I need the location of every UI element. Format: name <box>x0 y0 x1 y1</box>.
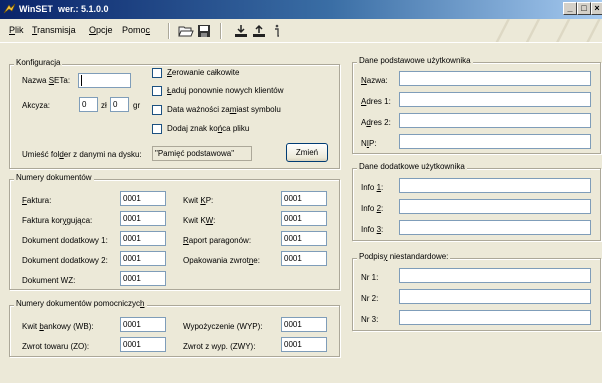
document-numbers-legend: Numery dokumentów <box>14 173 94 182</box>
signature-3-label: Nr 3: <box>361 315 379 324</box>
excise-label: Akcyza: <box>22 101 51 110</box>
bank-receipt-label: Kwit bankowy (WB): <box>22 322 94 331</box>
reload-clients-checkbox[interactable] <box>152 86 162 96</box>
goods-return-number-input[interactable]: 0001 <box>120 337 166 352</box>
address-1-label: Adres 1: <box>361 97 391 106</box>
menu-transmisja[interactable]: Transmisja <box>32 25 76 35</box>
change-folder-button[interactable]: Zmień <box>286 143 328 162</box>
end-of-file-checkbox[interactable] <box>152 124 162 134</box>
watermark-logo: / / / / <box>495 19 602 43</box>
signature-1-input[interactable] <box>399 268 591 283</box>
returnable-packaging-number-input[interactable]: 0001 <box>281 251 327 266</box>
set-name-input[interactable] <box>78 73 131 88</box>
zl-unit-label: zł <box>101 101 107 110</box>
nip-label: NIP: <box>361 139 377 148</box>
menu-plik[interactable]: Plik <box>9 25 24 35</box>
rental-number-input[interactable]: 0001 <box>281 317 327 332</box>
maximize-button[interactable]: □ <box>577 2 591 15</box>
additional-doc-2-number-input[interactable]: 0001 <box>120 251 166 266</box>
auxiliary-documents-legend: Numery dokumentów pomocniczych <box>14 299 147 308</box>
menu-opcje[interactable]: Opcje <box>89 25 113 35</box>
wz-document-label: Dokument WZ: <box>22 276 76 285</box>
reload-clients-label: Ładuj ponownie nowych klientów <box>167 86 284 95</box>
excise-zl-input[interactable]: 0 <box>79 97 98 112</box>
expiry-date-checkbox[interactable] <box>152 105 162 115</box>
menu-bar: / / / / Plik Transmisja Opcje Pomoc <box>0 19 602 43</box>
additional-doc-1-number-input[interactable]: 0001 <box>120 231 166 246</box>
signature-1-label: Nr 1: <box>361 273 379 282</box>
info-1-label: Info 1: <box>361 183 384 192</box>
zero-all-checkbox[interactable] <box>152 68 162 78</box>
address-1-input[interactable] <box>399 92 591 107</box>
signature-2-label: Nr 2: <box>361 294 379 303</box>
gr-unit-label: gr <box>133 101 141 110</box>
info-2-label: Info 2: <box>361 204 384 213</box>
returnable-packaging-label: Opakowania zwrotne: <box>183 256 260 265</box>
excise-gr-input[interactable]: 0 <box>110 97 129 112</box>
end-of-file-label: Dodaj znak końca pliku <box>167 124 250 133</box>
user-name-input[interactable] <box>399 71 591 86</box>
rental-return-number-input[interactable]: 0001 <box>281 337 327 352</box>
address-2-input[interactable] <box>399 113 591 128</box>
info-3-input[interactable] <box>399 220 591 235</box>
app-icon <box>3 3 16 14</box>
folder-label: Umieść folder z danymi na dysku: <box>22 150 142 159</box>
expiry-date-label: Data ważności zamiast symbolu <box>167 105 281 114</box>
address-2-label: Adres 2: <box>361 118 391 127</box>
user-extra-data-legend: Dane dodatkowe użytkownika <box>357 162 467 171</box>
close-button[interactable]: × <box>591 2 602 15</box>
toolbar-separator <box>220 23 222 39</box>
download-icon[interactable] <box>233 23 249 39</box>
wz-document-number-input[interactable]: 0001 <box>120 271 166 286</box>
menu-pomoc[interactable]: Pomoc <box>122 25 150 35</box>
kp-receipt-number-input[interactable]: 0001 <box>281 191 327 206</box>
signature-3-input[interactable] <box>399 310 591 325</box>
correcting-invoice-label: Faktura korygująca: <box>22 216 93 225</box>
info-3-label: Info 3: <box>361 225 384 234</box>
rental-return-label: Zwrot z wyp. (ZWY): <box>183 342 256 351</box>
rental-label: Wypożyczenie (WYP): <box>183 322 263 331</box>
receipt-report-label: Raport paragonów: <box>183 236 252 245</box>
text-caret <box>81 75 82 86</box>
user-name-label: Nazwa: <box>361 76 388 85</box>
toolbar-separator <box>168 23 170 39</box>
info-icon[interactable] <box>269 23 285 39</box>
folder-path-field: "Pamięć podstawowa" <box>152 146 252 161</box>
configuration-legend: Konfiguracja <box>14 58 63 67</box>
upload-icon[interactable] <box>251 23 267 39</box>
additional-doc-2-label: Dokument dodatkowy 2: <box>22 256 108 265</box>
nip-input[interactable] <box>399 134 591 149</box>
invoice-label: Faktura: <box>22 196 52 205</box>
receipt-report-number-input[interactable]: 0001 <box>281 231 327 246</box>
user-basic-data-legend: Dane podstawowe użytkownika <box>357 56 473 65</box>
set-name-label: Nazwa SETa: <box>22 76 71 85</box>
info-2-input[interactable] <box>399 199 591 214</box>
kw-receipt-label: Kwit KW: <box>183 216 216 225</box>
invoice-number-input[interactable]: 0001 <box>120 191 166 206</box>
title-bar[interactable]: WinSET wer.: 5.1.0.0 _ □ × <box>0 0 602 19</box>
signature-2-input[interactable] <box>399 289 591 304</box>
save-icon[interactable] <box>196 23 212 39</box>
bank-receipt-number-input[interactable]: 0001 <box>120 317 166 332</box>
zero-all-label: Zerowanie całkowite <box>167 68 240 77</box>
custom-signatures-legend: Podpisy niestandardowe: <box>357 252 451 261</box>
info-1-input[interactable] <box>399 178 591 193</box>
window-title: WinSET wer.: 5.1.0.0 <box>19 4 109 14</box>
additional-doc-1-label: Dokument dodatkowy 1: <box>22 236 108 245</box>
minimize-button[interactable]: _ <box>563 2 577 15</box>
correcting-invoice-number-input[interactable]: 0001 <box>120 211 166 226</box>
goods-return-label: Zwrot towaru (ZO): <box>22 342 90 351</box>
kp-receipt-label: Kwit KP: <box>183 196 214 205</box>
open-folder-icon[interactable] <box>178 23 194 39</box>
kw-receipt-number-input[interactable]: 0001 <box>281 211 327 226</box>
